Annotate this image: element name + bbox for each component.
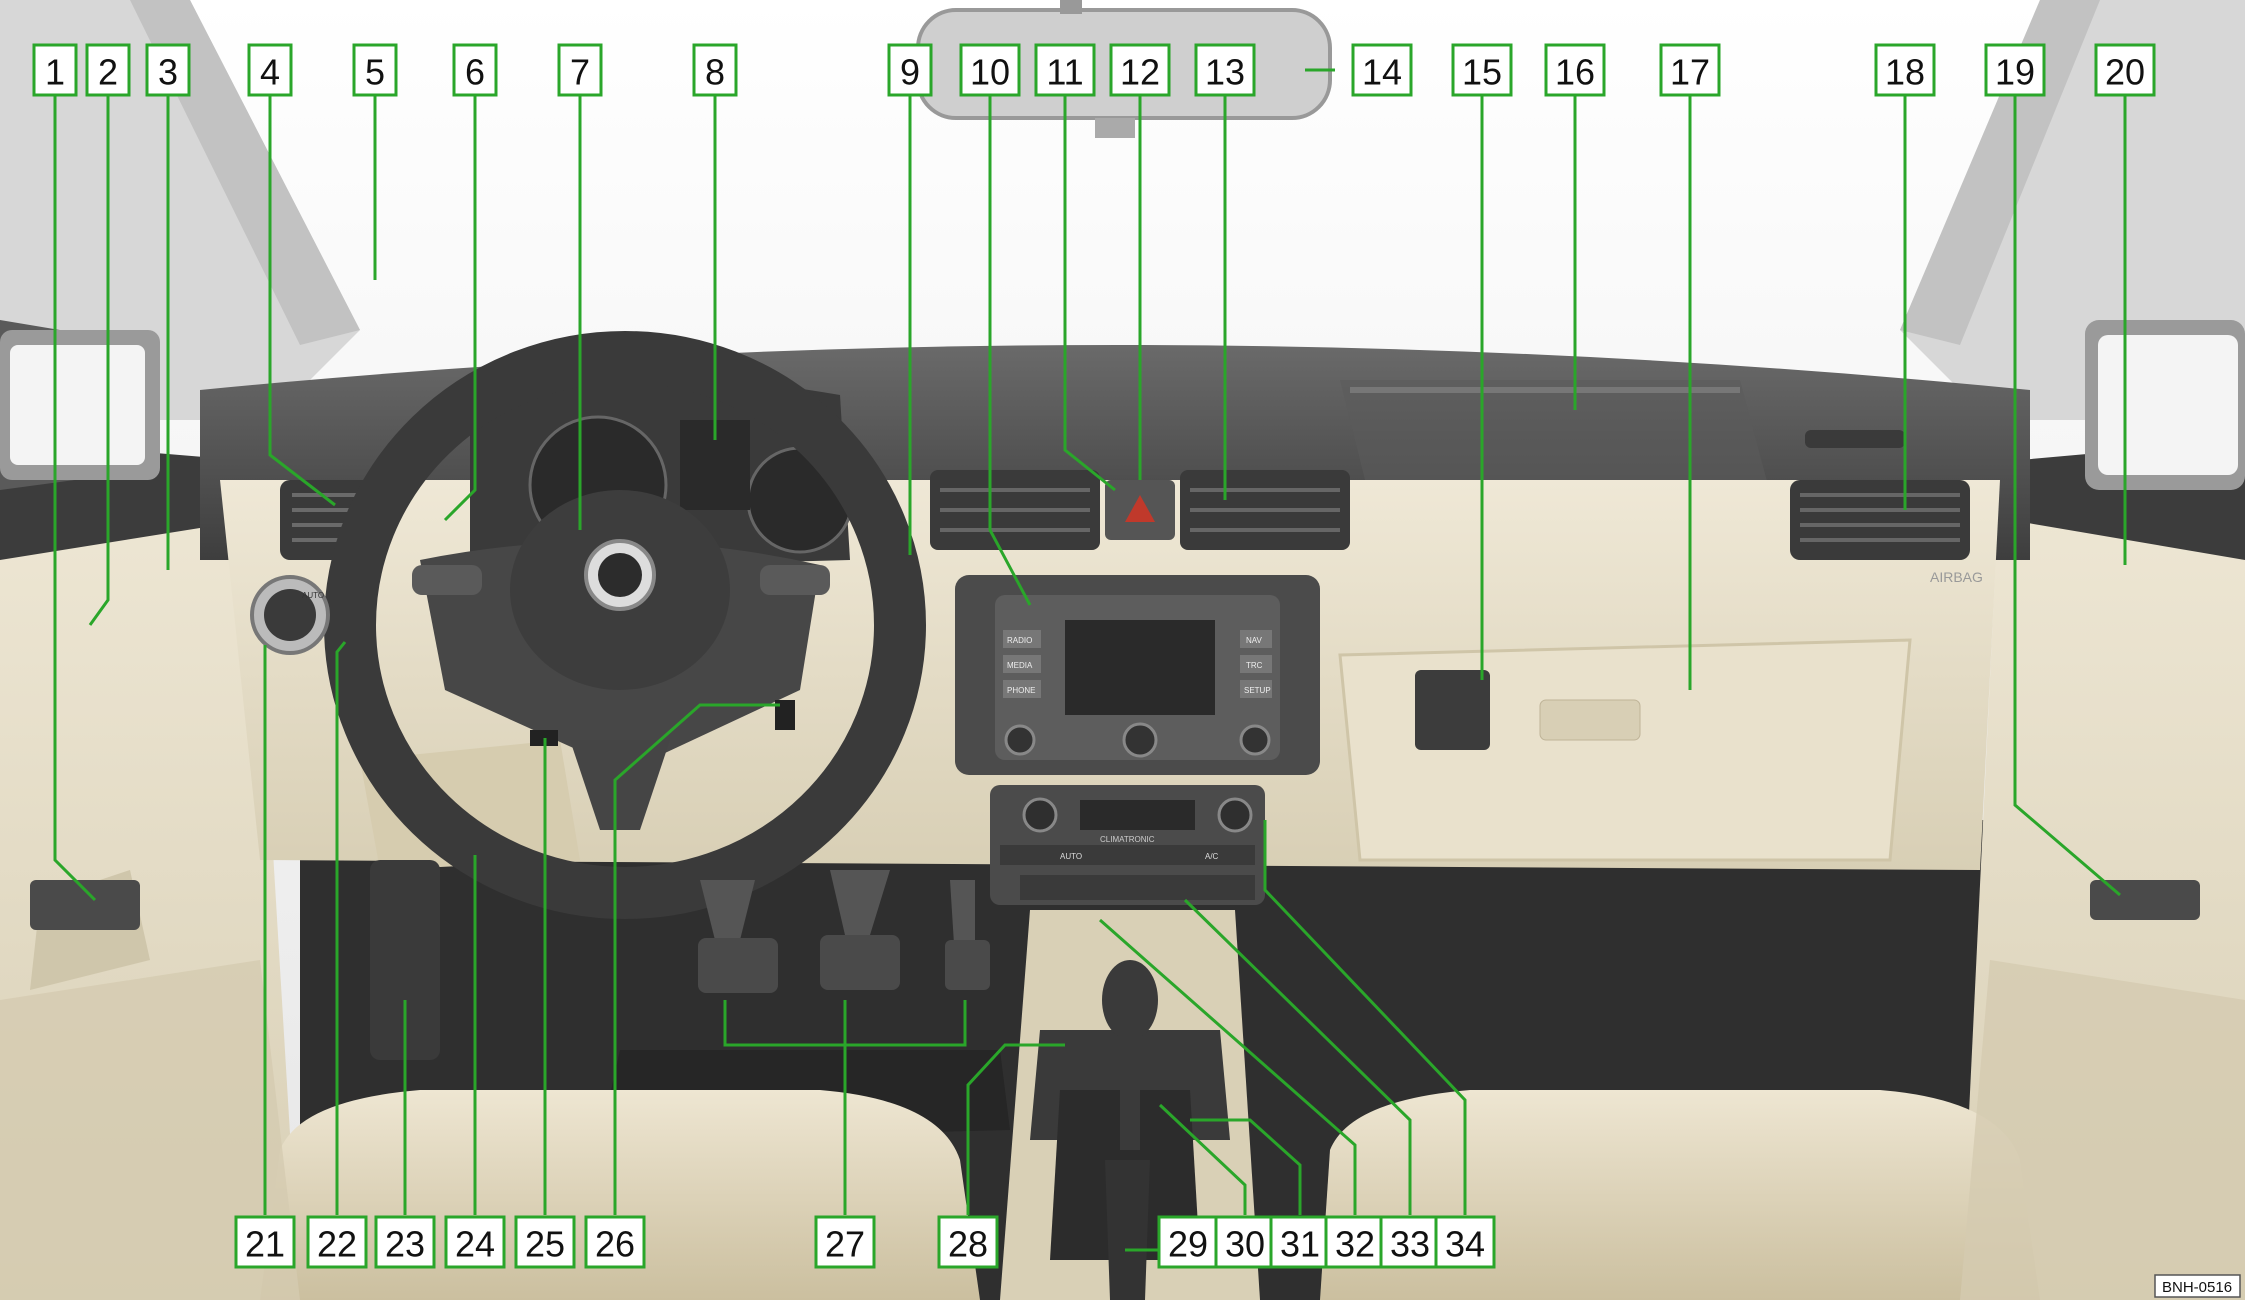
callout-number: 21 (245, 1224, 285, 1265)
callout-number: 3 (158, 52, 178, 93)
callout-number: 22 (317, 1224, 357, 1265)
callout-number: 14 (1362, 52, 1402, 93)
callout-number: 29 (1168, 1224, 1208, 1265)
callout-number: 6 (465, 52, 485, 93)
callout-18: 18 (1874, 43, 1936, 97)
callout-2: 2 (85, 43, 131, 97)
callout-3: 3 (145, 43, 191, 97)
callout-number: 13 (1205, 52, 1245, 93)
callout-5: 5 (352, 43, 398, 97)
callout-1: 1 (32, 43, 78, 97)
callout-23: 23 (374, 1215, 436, 1269)
callout-number: 24 (455, 1224, 495, 1265)
callout-27: 27 (814, 1215, 876, 1269)
callout-20: 20 (2094, 43, 2156, 97)
callout-33: 33 (1379, 1215, 1441, 1269)
callout-number: 34 (1445, 1224, 1485, 1265)
callout-number: 2 (98, 52, 118, 93)
callout-number: 4 (260, 52, 280, 93)
climate-ac-button: A/C (1205, 852, 1219, 861)
callout-29: 29 (1157, 1215, 1219, 1269)
callout-31: 31 (1269, 1215, 1331, 1269)
callout-34: 34 (1434, 1215, 1496, 1269)
callout-number: 9 (900, 52, 920, 93)
callout-number: 16 (1555, 52, 1595, 93)
radio-button-trc: TRC (1246, 661, 1263, 670)
callout-number: 32 (1335, 1224, 1375, 1265)
radio-display (1065, 620, 1215, 715)
callout-9: 9 (887, 43, 933, 97)
climate-auto-button: AUTO (1060, 852, 1082, 861)
callout-number: 31 (1280, 1224, 1320, 1265)
callout-19: 19 (1984, 43, 2046, 97)
handbrake-lever (1105, 1160, 1150, 1300)
callout-number: 15 (1462, 52, 1502, 93)
callout-28: 28 (937, 1215, 999, 1269)
callout-26: 26 (584, 1215, 646, 1269)
callout-number: 26 (595, 1224, 635, 1265)
callout-24: 24 (444, 1215, 506, 1269)
callout-32: 32 (1324, 1215, 1386, 1269)
callout-number: 7 (570, 52, 590, 93)
radio-button-setup: SETUP (1244, 686, 1271, 695)
callout-10: 10 (959, 43, 1021, 97)
callout-4: 4 (247, 43, 293, 97)
gear-knob (1102, 960, 1158, 1040)
image-code: BNH-0516 (2162, 1279, 2232, 1296)
light-switch-auto-label: AUTO (302, 591, 324, 600)
callout-number: 20 (2105, 52, 2145, 93)
callout-15: 15 (1451, 43, 1513, 97)
callout-22: 22 (306, 1215, 368, 1269)
dashboard-illustration: AIRBAG RADIO MEDIA PHONE NAV TRC SETUP C… (0, 0, 2245, 1300)
callout-12: 12 (1109, 43, 1171, 97)
callout-number: 18 (1885, 52, 1925, 93)
passenger-airbag-switch (1415, 670, 1490, 750)
callout-number: 19 (1995, 52, 2035, 93)
radio-button-media: MEDIA (1007, 661, 1033, 670)
callout-30: 30 (1214, 1215, 1276, 1269)
callout-number: 8 (705, 52, 725, 93)
callout-14: 14 (1351, 43, 1413, 97)
callout-number: 17 (1670, 52, 1710, 93)
callout-25: 25 (514, 1215, 576, 1269)
callout-number: 28 (948, 1224, 988, 1265)
callout-8: 8 (692, 43, 738, 97)
radio-button-radio: RADIO (1007, 636, 1032, 645)
callout-number: 12 (1120, 52, 1160, 93)
climatronic-logo: CLIMATRONIC (1100, 835, 1155, 844)
callout-number: 23 (385, 1224, 425, 1265)
callout-number: 10 (970, 52, 1010, 93)
callout-number: 1 (45, 52, 65, 93)
callout-16: 16 (1544, 43, 1606, 97)
callout-number: 30 (1225, 1224, 1265, 1265)
callout-7: 7 (557, 43, 603, 97)
callout-21: 21 (234, 1215, 296, 1269)
callout-17: 17 (1659, 43, 1721, 97)
airbag-marking: AIRBAG (1930, 569, 1983, 585)
radio-button-nav: NAV (1246, 636, 1263, 645)
callout-13: 13 (1194, 43, 1256, 97)
callout-number: 33 (1390, 1224, 1430, 1265)
radio-button-phone: PHONE (1007, 686, 1035, 695)
callout-number: 11 (1046, 52, 1083, 93)
callout-number: 25 (525, 1224, 565, 1265)
callout-6: 6 (452, 43, 498, 97)
dashboard-diagram: AIRBAG RADIO MEDIA PHONE NAV TRC SETUP C… (0, 0, 2245, 1300)
callout-number: 27 (825, 1224, 865, 1265)
callout-11: 11 (1034, 43, 1096, 97)
right-side-vent (1790, 480, 1970, 560)
callout-number: 5 (365, 52, 385, 93)
